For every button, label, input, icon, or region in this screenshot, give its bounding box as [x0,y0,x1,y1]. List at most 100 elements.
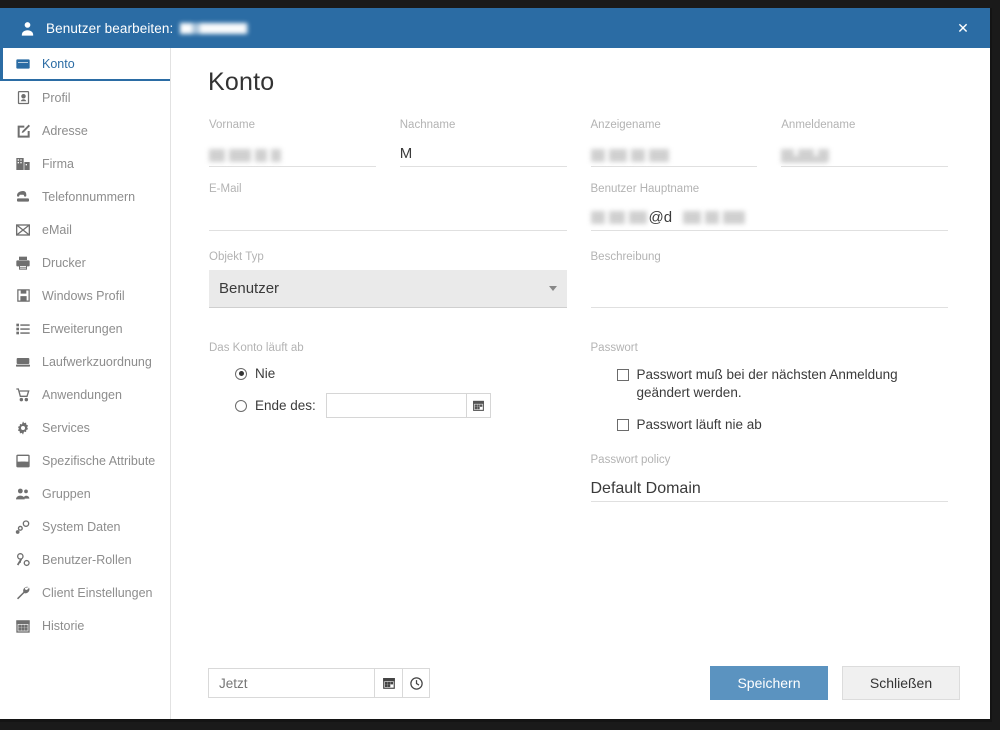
redacted-value [590,148,758,163]
sidebar-item-historie[interactable]: Historie [0,609,170,642]
field-nachname: Nachname M [388,119,579,167]
row-email-upn: E-Mail Benutzer Hauptname @d [197,183,960,231]
sidebar: Konto Profil Adresse Firma Telefonnummer… [0,48,171,719]
field-label: Vorname [209,119,256,131]
sidebar-item-label: Drucker [42,255,86,270]
anmeldename-input[interactable] [781,139,948,167]
sidebar-item-client-einstellungen[interactable]: Client Einstellungen [0,576,170,609]
sidebar-item-label: Gruppen [42,486,91,501]
wrench-icon [14,584,32,602]
sidebar-item-label: Firma [42,156,74,171]
edit-square-icon [14,122,32,140]
sidebar-item-profil[interactable]: Profil [0,81,170,114]
sidebar-item-services[interactable]: Services [0,411,170,444]
sidebar-item-label: Windows Profil [42,288,125,303]
nachname-input[interactable]: M [399,139,567,167]
sidebar-item-label: Erweiterungen [42,321,123,336]
field-email: E-Mail [197,183,579,231]
now-input[interactable]: Jetzt [208,668,374,698]
sidebar-item-label: Konto [42,56,75,71]
cart-icon [14,386,32,404]
sidebar-item-erweiterungen[interactable]: Erweiterungen [0,312,170,345]
field-value: M [399,144,413,162]
objekt-typ-value: Benutzer [219,280,280,298]
checkbox-indicator [616,369,629,382]
vorname-input[interactable] [209,139,376,167]
drive-icon [14,353,32,371]
sidebar-item-label: Profil [42,90,71,105]
close-icon[interactable]: ✕ [950,15,976,41]
field-label: Passwort policy [590,454,671,467]
field-label: Anmeldename [781,119,856,131]
email-input[interactable] [209,203,567,231]
user-key-icon [14,551,32,569]
anzeigename-input[interactable] [590,139,758,167]
group-konto-laeuft-ab: Das Konto läuft ab Nie Ende des: [197,342,579,524]
sidebar-item-telefonnummern[interactable]: Telefonnummern [0,180,170,213]
close-button[interactable]: Schließen [842,666,960,700]
sidebar-item-system-daten[interactable]: System Daten [0,510,170,543]
sidebar-item-benutzer-rollen[interactable]: Benutzer-Rollen [0,543,170,576]
main-panel: Konto Vorname Nachname M Anzeigename Anm… [171,48,990,719]
chevron-down-icon [548,286,557,292]
sidebar-item-label: Services [42,420,90,435]
sidebar-item-label: Anwendungen [42,387,122,402]
redacted-value [209,148,376,163]
passwort-policy-input[interactable]: Default Domain [590,474,948,503]
sidebar-item-firma[interactable]: Firma [0,147,170,180]
redacted-value [781,148,948,163]
radio-nie-indicator [235,367,247,380]
sidebar-item-konto[interactable]: Konto [0,48,170,81]
sidebar-item-windows-profil[interactable]: Windows Profil [0,279,170,312]
field-label: E-Mail [209,182,242,195]
calendar-icon[interactable] [465,393,491,419]
sidebar-item-adresse[interactable]: Adresse [0,114,170,147]
id-badge-icon [14,89,32,107]
sidebar-item-label: Telefonnummern [42,189,136,204]
beschreibung-input[interactable] [590,270,948,309]
radio-nie[interactable]: Nie [209,366,567,381]
radio-ende-label: Ende des: [255,398,316,414]
field-value: @d [590,209,949,227]
sidebar-item-spezifische-attribute[interactable]: Spezifische Attribute [0,444,170,477]
inbox-icon [14,452,32,470]
ende-des-row: Ende des: [255,393,491,419]
clock-icon[interactable] [402,668,430,698]
sidebar-item-label: Historie [42,618,85,633]
window-body: Konto Profil Adresse Firma Telefonnummer… [0,48,990,719]
users-icon [14,485,32,503]
footer-bar: Jetzt Speichern Schließen [171,647,990,719]
sidebar-item-label: Adresse [42,123,88,138]
field-beschreibung: Beschreibung [579,251,961,309]
checkbox-change-next-login[interactable]: Passwort muß bei der nächsten Anmeldung … [591,366,949,402]
radio-ende-indicator [235,399,247,412]
sidebar-item-laufwerkzuordnung[interactable]: Laufwerkzuordnung [0,345,170,378]
sidebar-item-gruppen[interactable]: Gruppen [0,477,170,510]
checkbox-label: Passwort läuft nie ab [636,417,762,433]
calendar-icon[interactable] [374,668,402,698]
radio-nie-label: Nie [255,366,276,382]
field-value: Default Domain [590,480,701,498]
field-vorname: Vorname [197,119,388,167]
checkbox-indicator [616,419,629,432]
building-icon [14,155,32,173]
group-label: Das Konto läuft ab [209,342,304,355]
page-title: Konto [208,68,275,96]
phone-icon [14,188,32,206]
field-benutzer-hauptname: Benutzer Hauptname @d [579,183,961,231]
card-icon [14,55,32,73]
radio-ende-des[interactable]: Ende des: [209,393,567,419]
sidebar-item-drucker[interactable]: Drucker [0,246,170,279]
sidebar-item-email[interactable]: eMail [0,213,170,246]
end-date-input[interactable] [325,393,466,419]
benutzer-hauptname-input[interactable]: @d [590,203,949,231]
field-objekt-typ: Objekt Typ Benutzer [197,251,579,309]
save-button[interactable]: Speichern [710,666,828,700]
floppy-disk-icon [14,287,32,305]
checkbox-password-never-expires[interactable]: Passwort läuft nie ab [591,416,949,434]
now-input-group: Jetzt [208,668,430,698]
sidebar-item-anwendungen[interactable]: Anwendungen [0,378,170,411]
calendar-icon [14,617,32,635]
objekt-typ-select[interactable]: Benutzer [209,270,567,309]
row-names: Vorname Nachname M Anzeigename Anmeldena… [197,119,960,167]
